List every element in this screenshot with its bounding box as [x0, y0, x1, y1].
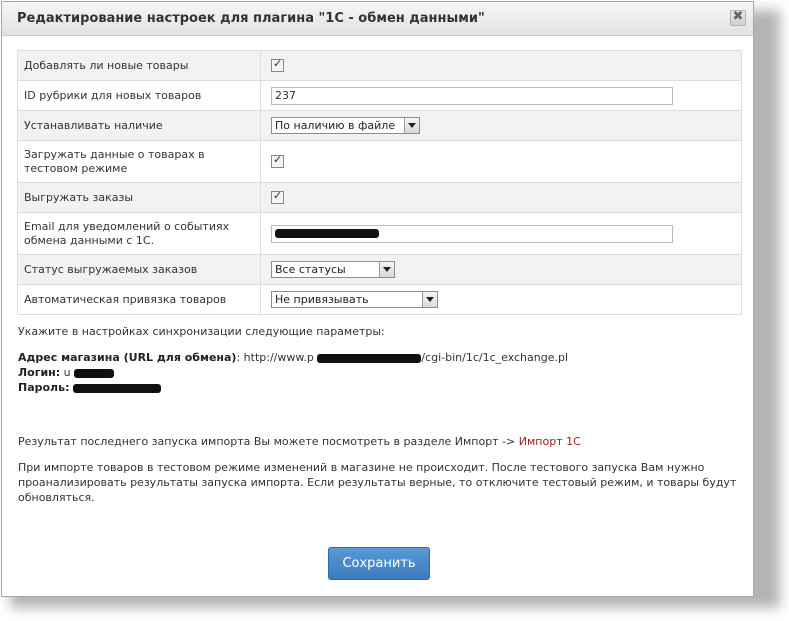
settings-dialog: Редактирование настроек для плагина "1С … — [1, 1, 754, 597]
setting-label: Автоматическая привязка товаров — [17, 284, 261, 315]
test-mode-note: При импорте товаров в тестовом режиме из… — [18, 461, 737, 504]
redacted-email — [275, 229, 379, 238]
order-status-select-value: Все статусы — [275, 263, 346, 276]
setting-value-cell: ✓ — [260, 182, 742, 213]
import-info: Результат последнего запуска импорта Вы … — [18, 435, 581, 448]
stock-select[interactable]: По наличию в файле — [271, 117, 420, 134]
setting-row-test-mode: Загружать данные о товарах в тестовом ре… — [17, 140, 742, 183]
setting-value-cell: 237 — [260, 80, 742, 111]
setting-row-email: Email для уведомлений о событиях обмена … — [17, 212, 742, 255]
sync-intro: Укажите в настройках синхронизации следу… — [18, 325, 385, 338]
order-status-select[interactable]: Все статусы — [271, 261, 395, 278]
setting-value-cell — [260, 212, 742, 255]
setting-value-cell: ✓ — [260, 140, 742, 183]
password-label: Пароль: — [18, 381, 70, 394]
add-new-products-checkbox[interactable]: ✓ — [271, 57, 284, 73]
email-field[interactable] — [271, 224, 673, 243]
setting-label: Устанавливать наличие — [17, 110, 261, 141]
setting-value-cell: Не привязывать — [260, 284, 742, 315]
redacted-password — [72, 383, 161, 393]
setting-label: Добавлять ли новые товары — [17, 50, 261, 81]
redacted-domain — [317, 353, 422, 363]
chevron-down-icon — [404, 118, 419, 133]
save-button[interactable]: Сохранить — [328, 547, 430, 580]
export-orders-checkbox[interactable]: ✓ — [271, 189, 284, 205]
setting-value-cell: По наличию в файле — [260, 110, 742, 141]
checkmark-icon: ✓ — [273, 153, 283, 167]
stock-select-value: По наличию в файле — [275, 119, 396, 132]
auto-bind-select-value: Не привязывать — [275, 293, 369, 306]
address-label: Адрес магазина (URL для обмена) — [18, 351, 237, 364]
chevron-down-icon — [422, 292, 437, 307]
chevron-down-icon — [379, 262, 394, 277]
dialog-titlebar: Редактирование настроек для плагина "1С … — [2, 2, 753, 36]
setting-row-category-id: ID рубрики для новых товаров 237 — [17, 80, 742, 111]
setting-label: Загружать данные о товарах в тестовом ре… — [17, 140, 261, 183]
redacted-login — [74, 368, 115, 378]
category-id-input[interactable]: 237 — [271, 86, 673, 105]
test-mode-checkbox[interactable]: ✓ — [271, 153, 284, 169]
address-prefix: : http://www.p — [236, 351, 314, 364]
settings-table: Добавлять ли новые товары ✓ ID рубрики д… — [17, 50, 742, 315]
login-prefix: u — [60, 366, 71, 379]
checkmark-icon: ✓ — [273, 189, 283, 203]
setting-row-export-orders: Выгружать заказы ✓ — [17, 182, 742, 213]
setting-row-auto-bind: Автоматическая привязка товаров Не привя… — [17, 284, 742, 315]
setting-value-cell: Все статусы — [260, 254, 742, 285]
sync-password-line: Пароль: — [18, 381, 161, 394]
address-suffix: /cgi-bin/1c/1c_exchange.pl — [421, 351, 569, 364]
auto-bind-select[interactable]: Не привязывать — [271, 291, 438, 308]
import-info-text: Результат последнего запуска импорта Вы … — [18, 435, 519, 448]
dialog-title: Редактирование настроек для плагина "1С … — [17, 11, 485, 26]
sync-address-line: Адрес магазина (URL для обмена): http://… — [18, 351, 568, 364]
setting-label: Статус выгружаемых заказов — [17, 254, 261, 285]
setting-label: ID рубрики для новых товаров — [17, 80, 261, 111]
setting-value-cell: ✓ — [260, 50, 742, 81]
close-icon: ✖ — [732, 9, 744, 24]
setting-label: Выгружать заказы — [17, 182, 261, 213]
setting-label: Email для уведомлений о событиях обмена … — [17, 212, 261, 255]
sync-login-line: Логин: u — [18, 366, 115, 379]
checkmark-icon: ✓ — [273, 57, 283, 71]
setting-row-add-new-products: Добавлять ли новые товары ✓ — [17, 50, 742, 81]
import-1c-link[interactable]: Импорт 1С — [519, 435, 581, 448]
setting-row-order-status: Статус выгружаемых заказов Все статусы — [17, 254, 742, 285]
login-label: Логин: — [18, 366, 61, 379]
setting-row-stock: Устанавливать наличие По наличию в файле — [17, 110, 742, 141]
canvas: Редактирование настроек для плагина "1С … — [0, 0, 789, 621]
close-button[interactable]: ✖ — [730, 9, 746, 26]
